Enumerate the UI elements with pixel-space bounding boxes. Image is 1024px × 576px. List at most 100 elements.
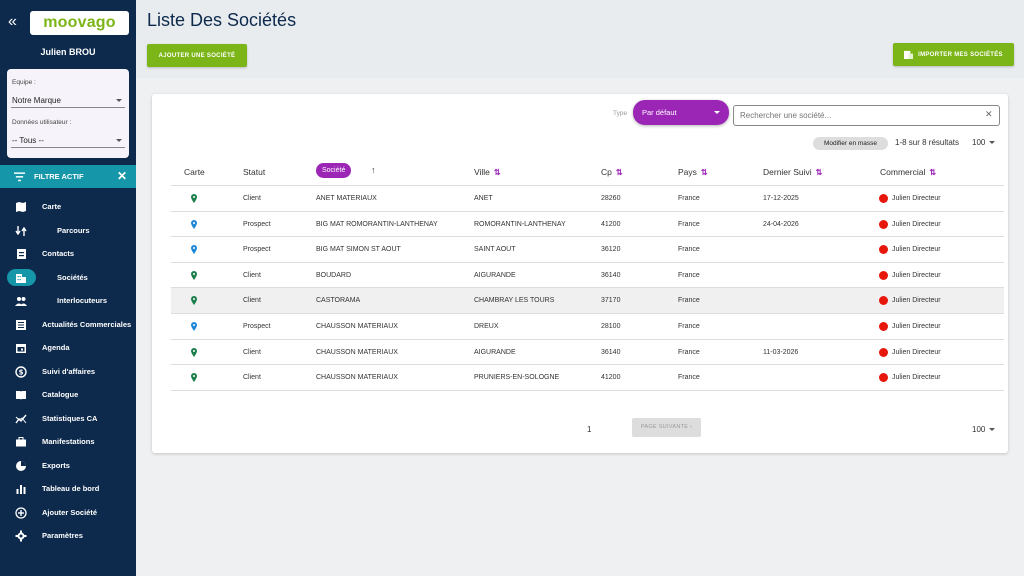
sidebar-item-carte[interactable]: Carte xyxy=(0,195,136,219)
table-row[interactable]: Client ANET MATERIAUX ANET 28260 France 17-12… xyxy=(171,186,1004,212)
collapse-sidebar-icon[interactable]: « xyxy=(8,14,17,30)
col-dernier-suivi-label: Dernier Suivi xyxy=(763,167,812,177)
map-pin-icon[interactable] xyxy=(191,347,197,357)
cell-pays: France xyxy=(678,195,700,202)
col-ville[interactable]: Ville ⇅ xyxy=(474,167,501,177)
add-company-button[interactable]: AJOUTER UNE SOCIÉTÉ xyxy=(147,44,247,67)
sidebar-item-param-tres[interactable]: Paramètres xyxy=(0,524,136,548)
map-pin-icon[interactable] xyxy=(191,296,197,306)
sidebar-item-label: Tableau de bord xyxy=(42,484,100,494)
cell-statut: Prospect xyxy=(243,220,271,228)
chevron-down-icon xyxy=(989,141,996,145)
table-row[interactable]: Client BOUDARD AIGURANDE 36140 France Julien … xyxy=(171,263,1004,289)
cell-statut: Client xyxy=(243,374,261,382)
cell-statut: Prospect xyxy=(243,246,271,254)
search-input[interactable] xyxy=(733,105,1000,126)
col-pays[interactable]: Pays ⇅ xyxy=(678,167,708,177)
status-dot xyxy=(879,296,888,306)
sidebar-item-exports[interactable]: Exports xyxy=(0,454,136,478)
sort-icon: ⇅ xyxy=(493,168,501,177)
cell-societe: ANET MATERIAUX xyxy=(316,195,377,202)
col-societe-sort[interactable]: Société xyxy=(316,163,352,178)
cell-societe: CHAUSSON MATERIAUX xyxy=(316,374,398,382)
book-icon xyxy=(16,391,26,400)
per-page-select-bottom[interactable]: 100 xyxy=(972,425,996,434)
team-label: Equipe : xyxy=(12,79,36,86)
table-row[interactable]: Prospect BIG MAT SIMON ST AOUT SAINT AOUT 3… xyxy=(171,237,1004,263)
type-select[interactable]: Par défaut xyxy=(633,100,729,125)
col-statut: Statut xyxy=(243,167,266,177)
sort-icon: ⇅ xyxy=(815,168,823,177)
col-commercial-label: Commercial xyxy=(880,167,926,177)
companies-card: Type Par défaut ✕ Modifier en masse 1-8 … xyxy=(152,94,1008,453)
arrow-up-icon[interactable]: ↑ xyxy=(371,165,376,175)
nav-menu: Carte Parcours Contacts Sociétés Interlocute… xyxy=(0,195,136,548)
map-pin-icon[interactable] xyxy=(191,219,197,229)
gear-icon xyxy=(15,530,27,542)
sidebar-item-label: Carte xyxy=(42,202,62,212)
map-pin-icon[interactable] xyxy=(191,373,197,383)
per-page-select[interactable]: 100 xyxy=(972,138,996,147)
table-row[interactable]: Prospect BIG MAT ROMORANTIN-LANTHENAY ROMO… xyxy=(171,212,1004,238)
filter-active-bar[interactable]: FILTRE ACTIF ✕ xyxy=(0,165,136,188)
map-icon xyxy=(16,202,26,212)
status-dot xyxy=(879,219,888,229)
chevron-down-icon xyxy=(116,139,122,142)
sidebar-item-actualit-s-commerciales[interactable]: Actualités Commerciales xyxy=(0,313,136,337)
col-cp-label: Cp xyxy=(601,167,612,177)
sidebar-item-parcours[interactable]: Parcours xyxy=(0,219,136,243)
cell-commercial: Julien Directeur xyxy=(892,271,941,279)
sidebar-item-tableau-de-bord[interactable]: Tableau de bord xyxy=(0,477,136,501)
sidebar-item-suivi-d-affaires[interactable]: $ Suivi d'affaires xyxy=(0,360,136,384)
map-pin-icon[interactable] xyxy=(191,270,197,280)
mass-edit-button[interactable]: Modifier en masse xyxy=(813,137,888,150)
col-cp[interactable]: Cp ⇅ xyxy=(601,167,623,177)
table-row[interactable]: Client CASTORAMA CHAMBRAY LES TOURS 37170 Fr… xyxy=(171,288,1004,314)
cell-suivi: 24-04-2026 xyxy=(763,220,799,228)
col-dernier-suivi[interactable]: Dernier Suivi ⇅ xyxy=(763,167,822,177)
sidebar-item-label: Sociétés xyxy=(57,272,88,282)
cell-cp: 41200 xyxy=(601,220,621,228)
sidebar-item-label: Paramètres xyxy=(42,531,83,541)
map-pin-icon[interactable] xyxy=(191,194,197,203)
sidebar-item-statistiques-ca[interactable]: Statistiques CA xyxy=(0,407,136,431)
map-pin-icon[interactable] xyxy=(191,321,197,331)
sidebar-item-label: Contacts xyxy=(42,249,75,259)
team-select[interactable]: Notre Marque xyxy=(11,93,125,108)
table-row[interactable]: Client CHAUSSON MATERIAUX PRUNIERS-EN-SOLO… xyxy=(171,365,1004,391)
sidebar-item-agenda[interactable]: Agenda xyxy=(0,336,136,360)
sidebar-item-label: Agenda xyxy=(42,343,70,353)
chevron-down-icon xyxy=(116,99,122,102)
sidebar-item-catalogue[interactable]: Catalogue xyxy=(0,383,136,407)
map-pin-icon[interactable] xyxy=(191,245,197,255)
close-icon[interactable]: ✕ xyxy=(117,169,127,183)
cell-pays: France xyxy=(678,348,700,356)
sidebar-item-interlocuteurs[interactable]: Interlocuteurs xyxy=(0,289,136,313)
people-icon xyxy=(15,297,27,306)
sidebar-item-ajouter-soci-t[interactable]: Ajouter Société xyxy=(0,501,136,525)
sidebar-item-soci-t-s[interactable]: Sociétés xyxy=(0,266,136,290)
table-row[interactable]: Client CHAUSSON MATERIAUX AIGURANDE 36140 Fr… xyxy=(171,340,1004,366)
filter-card: Equipe : Notre Marque Données utilisateu… xyxy=(7,69,129,158)
cell-cp: 28260 xyxy=(601,195,621,202)
next-page-button[interactable]: PAGE SUIVANTE › xyxy=(632,418,701,437)
per-page-bottom-value: 100 xyxy=(972,425,986,434)
current-page[interactable]: 1 xyxy=(587,425,591,434)
col-pays-label: Pays xyxy=(678,167,697,177)
cell-societe: CHAUSSON MATERIAUX xyxy=(316,322,398,330)
import-companies-button[interactable]: IMPORTER MES SOCIÉTÉS xyxy=(893,43,1014,66)
user-data-select[interactable]: -- Tous -- xyxy=(11,133,125,148)
sidebar-item-contacts[interactable]: Contacts xyxy=(0,242,136,266)
cell-ville: SAINT AOUT xyxy=(474,246,516,254)
col-commercial[interactable]: Commercial ⇅ xyxy=(880,167,936,177)
sidebar-item-label: Parcours xyxy=(57,225,90,235)
cell-cp: 36120 xyxy=(601,246,621,254)
table-row[interactable]: Prospect CHAUSSON MATERIAUX DREUX 28100 Fran… xyxy=(171,314,1004,340)
clear-search-icon[interactable]: ✕ xyxy=(985,109,993,120)
sort-icon: ⇅ xyxy=(929,168,937,177)
user-data-label: Données utilisateur : xyxy=(12,119,72,126)
sidebar-item-manifestations[interactable]: Manifestations xyxy=(0,430,136,454)
cell-statut: Client xyxy=(243,195,261,202)
cell-ville: DREUX xyxy=(474,322,499,330)
status-dot xyxy=(879,321,888,331)
